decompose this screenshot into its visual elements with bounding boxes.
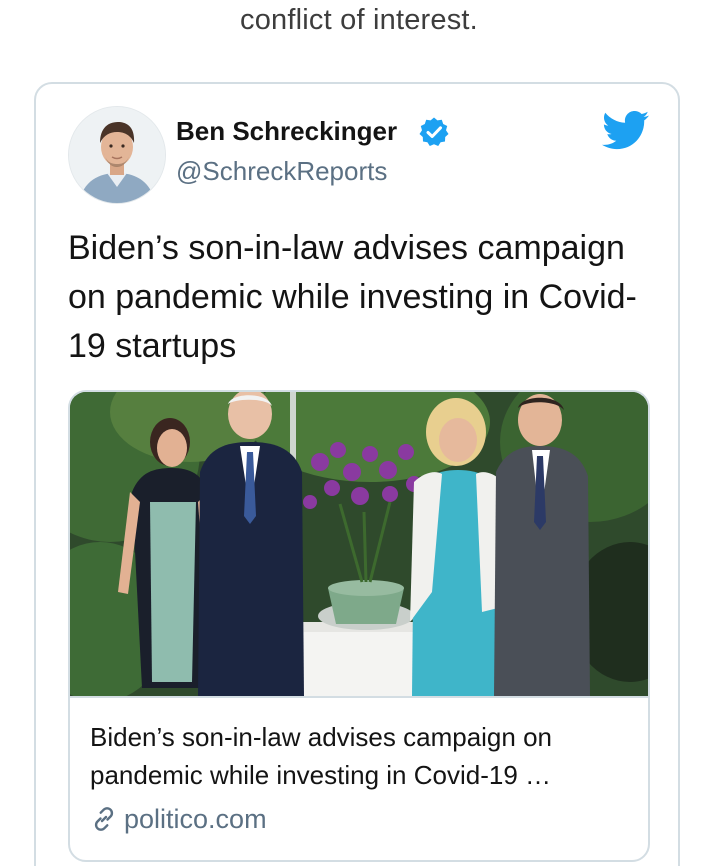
author-handle[interactable]: @SchreckReports [176,156,387,187]
page: conflict of interest. Ben Schreckinger @… [0,0,718,866]
link-icon [94,807,114,831]
article-text-fragment: conflict of interest. [240,4,478,36]
link-preview-title[interactable]: Biden’s son-in-law advises campaign on p… [90,718,638,794]
link-preview-card[interactable]: Biden’s son-in-law advises campaign on p… [68,390,650,862]
twitter-bird-icon[interactable] [602,110,650,150]
link-preview-image[interactable] [70,392,648,698]
link-preview-source[interactable]: politico.com [90,802,267,836]
preview-photo [70,392,648,696]
tweet-text: Biden’s son-in-law advises campaign on p… [68,229,637,365]
avatar-portrait [69,107,165,203]
author-name[interactable]: Ben Schreckinger [176,116,397,147]
link-preview-domain[interactable]: politico.com [124,804,267,835]
embedded-tweet[interactable]: Ben Schreckinger @SchreckReports Biden’s… [34,82,680,866]
verified-badge-icon [419,117,449,146]
avatar[interactable] [68,106,166,204]
